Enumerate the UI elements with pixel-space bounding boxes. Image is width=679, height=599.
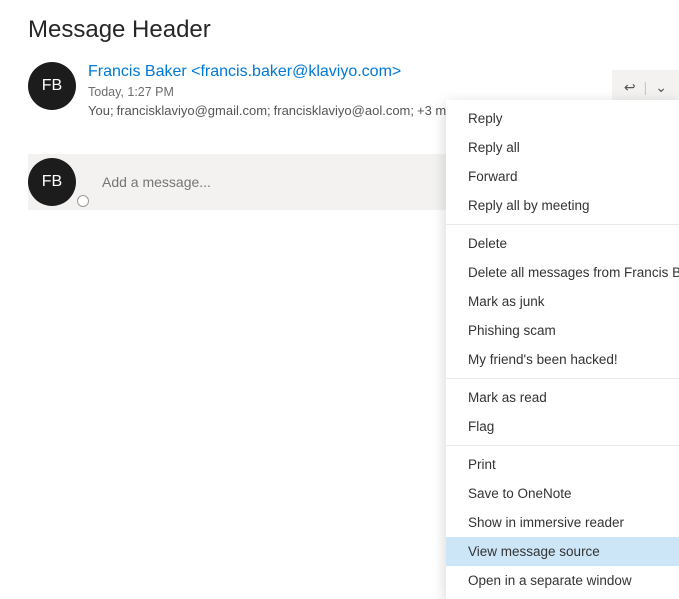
sender-avatar-wrap: FB [28, 62, 88, 118]
self-avatar-wrap: FB [28, 158, 88, 206]
sender-name-email[interactable]: Francis Baker <francis.baker@klaviyo.com… [88, 62, 476, 82]
menu-separator [446, 445, 679, 446]
message-actions-bar: ↩ | ⌄ [612, 70, 679, 104]
recipient-2: francisklaviyo@aol.com; [274, 103, 414, 118]
menu-item-save-to-onenote[interactable]: Save to OneNote [446, 479, 679, 508]
self-avatar: FB [28, 158, 76, 206]
menu-item-delete-all-messages-from-francis-baker[interactable]: Delete all messages from Francis Baker [446, 258, 679, 287]
recipients-line[interactable]: You; francisklaviyo@gmail.com; franciskl… [88, 99, 476, 118]
recipients-prefix: You; [88, 103, 114, 118]
menu-item-reply[interactable]: Reply [446, 104, 679, 133]
menu-item-flag[interactable]: Flag [446, 412, 679, 441]
menu-item-reply-all-by-meeting[interactable]: Reply all by meeting [446, 191, 679, 220]
actions-separator: | [640, 79, 652, 95]
message-date: Today, 1:27 PM [88, 82, 476, 99]
menu-item-my-friend-s-been-hacked[interactable]: My friend's been hacked! [446, 345, 679, 374]
menu-item-forward[interactable]: Forward [446, 162, 679, 191]
page-title: Message Header [0, 0, 679, 62]
menu-item-print[interactable]: Print [446, 450, 679, 479]
menu-separator [446, 224, 679, 225]
presence-indicator-icon [77, 195, 89, 207]
sender-avatar: FB [28, 62, 76, 110]
reply-all-icon[interactable]: ↩ [620, 79, 640, 96]
message-context-menu: ReplyReply allForwardReply all by meetin… [446, 100, 679, 599]
message-meta: Francis Baker <francis.baker@klaviyo.com… [88, 62, 476, 118]
menu-item-view-message-source[interactable]: View message source [446, 537, 679, 566]
menu-item-mark-as-junk[interactable]: Mark as junk [446, 287, 679, 316]
menu-item-reply-all[interactable]: Reply all [446, 133, 679, 162]
menu-item-show-in-immersive-reader[interactable]: Show in immersive reader [446, 508, 679, 537]
menu-separator [446, 378, 679, 379]
menu-item-phishing-scam[interactable]: Phishing scam [446, 316, 679, 345]
menu-item-open-in-a-separate-window[interactable]: Open in a separate window [446, 566, 679, 595]
more-actions-chevron-icon[interactable]: ⌄ [651, 79, 671, 96]
menu-item-mark-as-read[interactable]: Mark as read [446, 383, 679, 412]
recipient-1: francisklaviyo@gmail.com; [117, 103, 271, 118]
menu-item-delete[interactable]: Delete [446, 229, 679, 258]
